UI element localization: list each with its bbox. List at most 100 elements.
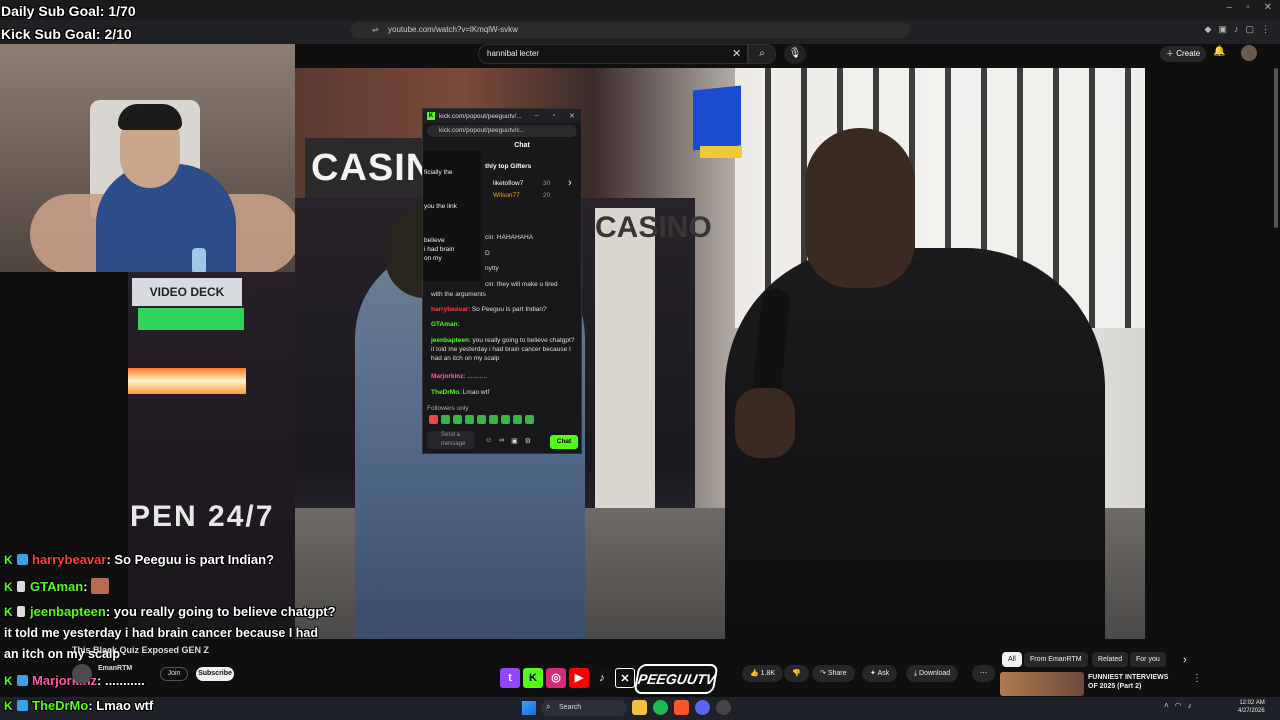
vip-badge-icon [17, 606, 25, 617]
gifter-row: Wilson77 [493, 192, 520, 199]
suggested-video-title[interactable]: FUNNIEST INTERVIEWS OF 2025 (Part 2) [1088, 673, 1178, 691]
x-icon: ✕ [615, 668, 635, 688]
gifter-name: liketoflow7 [493, 180, 524, 187]
chat-message-input[interactable]: Send a message [427, 431, 475, 449]
sub-badge-icon [17, 675, 28, 686]
menu-icon[interactable]: ⋮ [1261, 24, 1270, 35]
suggested-video-thumbnail[interactable] [1000, 672, 1084, 696]
extension-icon[interactable]: ▣ [1218, 24, 1227, 35]
chat-username[interactable]: harrybeavar [431, 306, 468, 313]
interviewer-hand [735, 388, 795, 458]
address-bar[interactable]: ⇌ youtube.com/watch?v=lKmqlW-svkw [350, 22, 910, 38]
link-icon[interactable]: ∞ [499, 437, 504, 445]
chat-username[interactable]: jeenbapteen [431, 337, 469, 344]
chevron-right-icon[interactable]: › [568, 177, 572, 189]
taskbar-search[interactable]: Search [541, 700, 627, 716]
chat-username: GTAman [30, 579, 84, 594]
kick-url-bar[interactable]: kick.com/popout/peeguutv/c... [427, 125, 577, 137]
kick-icon: K [523, 668, 543, 688]
youtube-icon: ▶ [569, 668, 589, 688]
notifications-bell-icon[interactable]: 🔔 [1213, 46, 1225, 57]
minimize-icon[interactable]: – [535, 112, 539, 120]
kick-chat-popout: K kick.com/popout/peeguutv/... – ▫ ✕ kic… [422, 108, 582, 454]
webcam-hair [118, 104, 182, 130]
obs-icon[interactable] [716, 700, 731, 715]
emote-icon[interactable] [525, 415, 534, 424]
share-button[interactable]: ↷ Share [812, 665, 855, 682]
dislike-button[interactable]: 👎 [784, 665, 809, 682]
clear-search-icon[interactable]: ✕ [732, 47, 741, 60]
close-icon[interactable]: ✕ [1264, 2, 1272, 13]
emote-icon[interactable] [501, 415, 510, 424]
chip-all[interactable]: All [1002, 652, 1022, 667]
discord-icon[interactable] [695, 700, 710, 715]
side-line: ficially the [424, 169, 453, 176]
chat-line: cin: they will make u tired [485, 281, 558, 288]
chip-related[interactable]: Related [1092, 652, 1129, 667]
brave-icon[interactable] [674, 700, 689, 715]
chat-username[interactable]: TheDrMo [431, 389, 459, 396]
volume-icon[interactable]: ♪ [1188, 701, 1192, 710]
close-icon[interactable]: ✕ [569, 112, 575, 120]
emote-icon[interactable] [453, 415, 462, 424]
emote-picker-icon[interactable]: ☺ [485, 437, 492, 445]
extension-icon[interactable]: ♪ [1234, 24, 1239, 35]
emote-icon[interactable] [489, 415, 498, 424]
chip-from-channel[interactable]: From EmanRTM [1024, 652, 1088, 667]
windows-start-icon[interactable] [522, 701, 536, 715]
more-actions-button[interactable]: ⋯ [972, 665, 995, 682]
open-247-sign: PEN 24/7 [130, 500, 275, 533]
chat-username[interactable]: GTAman [431, 321, 458, 328]
ask-button[interactable]: ✦ Ask [862, 665, 898, 682]
stream-chat-line: Kjeenbapteen: you really going to believ… [4, 604, 336, 619]
emote-icon[interactable] [429, 415, 438, 424]
channel-avatar[interactable] [72, 664, 92, 684]
extension-icons: ◆ ▣ ♪ ▢ ⋮ [1205, 24, 1270, 35]
kick-hidden-panel: ficially the you the link believe i had … [423, 151, 481, 281]
twitch-icon: t [500, 668, 520, 688]
emote-icon[interactable] [513, 415, 522, 424]
gifter-count: 30 [543, 180, 551, 187]
maximize-icon[interactable]: ▫ [553, 112, 555, 120]
side-line: i had brain [424, 246, 455, 253]
store-icon[interactable]: ▣ [511, 437, 518, 445]
chevron-up-icon[interactable]: ˄ [1164, 701, 1169, 710]
taskbar-clock[interactable]: 12:02 AM 4/27/2026 [1238, 699, 1265, 715]
maximize-icon[interactable]: ▫ [1246, 2, 1250, 13]
like-button[interactable]: 👍 1.8K [742, 665, 784, 682]
site-info-icon[interactable]: ⇌ [372, 22, 379, 38]
peeguutv-logo: PEEGUUTV [633, 664, 719, 694]
subscribe-button[interactable]: Subscribe [196, 667, 234, 681]
chat-line: harrybeavar: So Peeguu is part Indian? [431, 305, 577, 314]
extension-icon[interactable]: ▢ [1245, 24, 1254, 35]
sub-badge-icon [17, 554, 28, 565]
emote-icon[interactable] [465, 415, 474, 424]
more-vert-icon[interactable]: ⋮ [1192, 673, 1202, 684]
settings-gear-icon[interactable]: ⚙ [525, 437, 531, 445]
vip-badge-icon [17, 581, 25, 592]
search-input[interactable]: hannibal lecter [478, 44, 748, 64]
spotify-icon[interactable] [653, 700, 668, 715]
extension-icon[interactable]: ◆ [1205, 24, 1212, 35]
download-button[interactable]: ⤓ Download [906, 665, 959, 682]
join-button[interactable]: Join [160, 667, 188, 681]
taskbar-apps [632, 700, 731, 715]
emote-icon[interactable] [477, 415, 486, 424]
kick-sub-goal: Kick Sub Goal: 2/10 [1, 26, 132, 42]
chevron-right-icon[interactable]: › [1183, 654, 1187, 666]
minimize-icon[interactable]: – [1227, 2, 1233, 13]
chat-message: : So Peeguu is part Indian? [468, 306, 547, 313]
channel-name[interactable]: EmanRTM [98, 665, 132, 672]
chip-for-you[interactable]: For you [1130, 652, 1166, 667]
chat-message: : So Peeguu is part Indian? [106, 552, 275, 567]
scrollbar-thumb[interactable] [1274, 68, 1278, 228]
search-button[interactable]: ⌕ [748, 44, 776, 64]
chat-send-button[interactable]: Chat [550, 435, 578, 449]
file-explorer-icon[interactable] [632, 700, 647, 715]
wifi-icon[interactable]: ◠ [1175, 701, 1182, 710]
chat-username[interactable]: Marjorkinz [431, 373, 464, 380]
voice-search-button[interactable]: 🎙 [784, 44, 806, 64]
emote-icon[interactable] [441, 415, 450, 424]
account-avatar[interactable] [1241, 45, 1257, 61]
create-button[interactable]: ＋ Create [1160, 46, 1207, 62]
